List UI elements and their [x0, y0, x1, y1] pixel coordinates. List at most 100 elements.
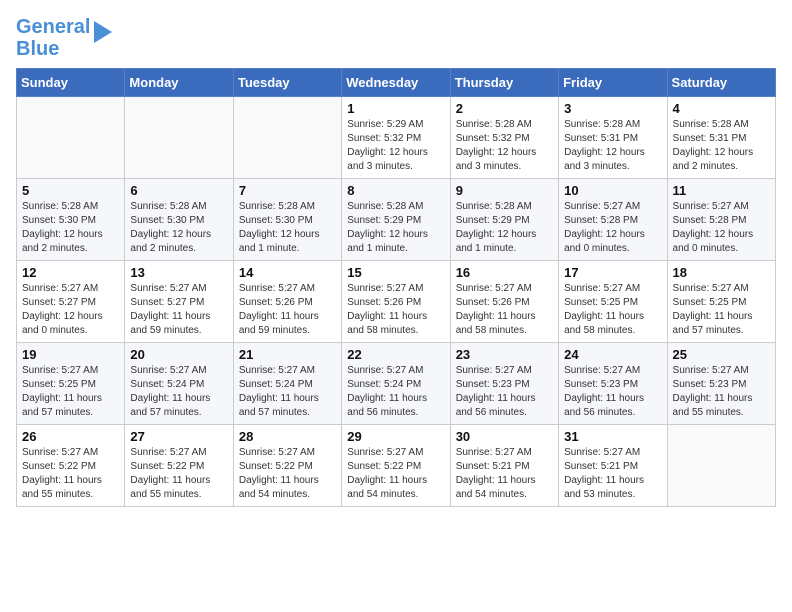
cell-info-text: and 54 minutes. — [456, 488, 553, 502]
day-number: 28 — [239, 429, 336, 444]
cell-info-text: Sunrise: 5:27 AM — [239, 446, 336, 460]
weekday-header-cell: Tuesday — [233, 69, 341, 97]
cell-info-text: and 2 minutes. — [22, 242, 119, 256]
day-number: 19 — [22, 347, 119, 362]
cell-info-text: Sunset: 5:23 PM — [456, 378, 553, 392]
day-number: 15 — [347, 265, 444, 280]
cell-info-text: Sunrise: 5:28 AM — [564, 118, 661, 132]
day-number: 30 — [456, 429, 553, 444]
cell-info-text: Daylight: 11 hours — [347, 474, 444, 488]
calendar-cell: 30Sunrise: 5:27 AMSunset: 5:21 PMDayligh… — [450, 425, 558, 507]
cell-info-text: Daylight: 12 hours — [673, 146, 770, 160]
calendar-cell: 29Sunrise: 5:27 AMSunset: 5:22 PMDayligh… — [342, 425, 450, 507]
calendar-cell: 8Sunrise: 5:28 AMSunset: 5:29 PMDaylight… — [342, 179, 450, 261]
calendar-cell: 18Sunrise: 5:27 AMSunset: 5:25 PMDayligh… — [667, 261, 775, 343]
day-number: 16 — [456, 265, 553, 280]
day-number: 29 — [347, 429, 444, 444]
cell-info-text: and 59 minutes. — [130, 324, 227, 338]
day-number: 4 — [673, 101, 770, 116]
cell-info-text: Sunrise: 5:27 AM — [456, 446, 553, 460]
day-number: 22 — [347, 347, 444, 362]
calendar-cell: 16Sunrise: 5:27 AMSunset: 5:26 PMDayligh… — [450, 261, 558, 343]
calendar-cell: 10Sunrise: 5:27 AMSunset: 5:28 PMDayligh… — [559, 179, 667, 261]
logo: GeneralBlue — [16, 16, 112, 60]
cell-info-text: Daylight: 11 hours — [673, 392, 770, 406]
day-number: 7 — [239, 183, 336, 198]
day-number: 13 — [130, 265, 227, 280]
cell-info-text: and 57 minutes. — [239, 406, 336, 420]
calendar-cell: 7Sunrise: 5:28 AMSunset: 5:30 PMDaylight… — [233, 179, 341, 261]
cell-info-text: Sunrise: 5:27 AM — [22, 446, 119, 460]
cell-info-text: Sunrise: 5:27 AM — [22, 282, 119, 296]
cell-info-text: Daylight: 11 hours — [22, 474, 119, 488]
cell-info-text: Daylight: 11 hours — [239, 392, 336, 406]
cell-info-text: Sunset: 5:22 PM — [347, 460, 444, 474]
day-number: 9 — [456, 183, 553, 198]
day-number: 17 — [564, 265, 661, 280]
day-number: 24 — [564, 347, 661, 362]
calendar-cell: 6Sunrise: 5:28 AMSunset: 5:30 PMDaylight… — [125, 179, 233, 261]
cell-info-text: Daylight: 12 hours — [456, 146, 553, 160]
weekday-header-cell: Wednesday — [342, 69, 450, 97]
day-number: 3 — [564, 101, 661, 116]
cell-info-text: Sunrise: 5:27 AM — [130, 364, 227, 378]
weekday-header-cell: Monday — [125, 69, 233, 97]
cell-info-text: Sunset: 5:23 PM — [673, 378, 770, 392]
cell-info-text: Sunrise: 5:28 AM — [456, 200, 553, 214]
day-number: 1 — [347, 101, 444, 116]
cell-info-text: Sunrise: 5:27 AM — [347, 364, 444, 378]
cell-info-text: Daylight: 11 hours — [347, 392, 444, 406]
cell-info-text: Sunrise: 5:28 AM — [130, 200, 227, 214]
day-number: 10 — [564, 183, 661, 198]
cell-info-text: and 57 minutes. — [673, 324, 770, 338]
cell-info-text: Sunset: 5:26 PM — [239, 296, 336, 310]
cell-info-text: Sunset: 5:22 PM — [130, 460, 227, 474]
cell-info-text: Daylight: 11 hours — [130, 474, 227, 488]
calendar-cell: 4Sunrise: 5:28 AMSunset: 5:31 PMDaylight… — [667, 97, 775, 179]
cell-info-text: Sunrise: 5:27 AM — [130, 282, 227, 296]
cell-info-text: and 2 minutes. — [673, 160, 770, 174]
calendar-week-row: 1Sunrise: 5:29 AMSunset: 5:32 PMDaylight… — [17, 97, 776, 179]
cell-info-text: and 57 minutes. — [130, 406, 227, 420]
cell-info-text: Sunset: 5:32 PM — [456, 132, 553, 146]
cell-info-text: and 54 minutes. — [239, 488, 336, 502]
cell-info-text: Sunset: 5:28 PM — [673, 214, 770, 228]
cell-info-text: Daylight: 12 hours — [239, 228, 336, 242]
cell-info-text: Sunset: 5:29 PM — [456, 214, 553, 228]
cell-info-text: Sunrise: 5:27 AM — [22, 364, 119, 378]
cell-info-text: Sunrise: 5:27 AM — [564, 282, 661, 296]
calendar-cell: 14Sunrise: 5:27 AMSunset: 5:26 PMDayligh… — [233, 261, 341, 343]
cell-info-text: Sunset: 5:27 PM — [22, 296, 119, 310]
cell-info-text: Sunrise: 5:27 AM — [564, 446, 661, 460]
cell-info-text: and 1 minute. — [456, 242, 553, 256]
weekday-header-cell: Saturday — [667, 69, 775, 97]
cell-info-text: and 2 minutes. — [130, 242, 227, 256]
cell-info-text: Daylight: 12 hours — [673, 228, 770, 242]
cell-info-text: Sunrise: 5:27 AM — [564, 364, 661, 378]
calendar-cell — [17, 97, 125, 179]
cell-info-text: Daylight: 11 hours — [456, 474, 553, 488]
cell-info-text: Sunrise: 5:27 AM — [239, 364, 336, 378]
day-number: 12 — [22, 265, 119, 280]
day-number: 26 — [22, 429, 119, 444]
calendar-cell: 23Sunrise: 5:27 AMSunset: 5:23 PMDayligh… — [450, 343, 558, 425]
calendar-cell — [125, 97, 233, 179]
cell-info-text: and 3 minutes. — [347, 160, 444, 174]
cell-info-text: Daylight: 11 hours — [130, 392, 227, 406]
calendar-week-row: 19Sunrise: 5:27 AMSunset: 5:25 PMDayligh… — [17, 343, 776, 425]
calendar-table: SundayMondayTuesdayWednesdayThursdayFrid… — [16, 68, 776, 507]
cell-info-text: Sunset: 5:27 PM — [130, 296, 227, 310]
cell-info-text: Daylight: 11 hours — [239, 310, 336, 324]
cell-info-text: Sunrise: 5:28 AM — [22, 200, 119, 214]
weekday-header-cell: Sunday — [17, 69, 125, 97]
calendar-cell: 2Sunrise: 5:28 AMSunset: 5:32 PMDaylight… — [450, 97, 558, 179]
cell-info-text: Daylight: 11 hours — [22, 392, 119, 406]
calendar-cell: 28Sunrise: 5:27 AMSunset: 5:22 PMDayligh… — [233, 425, 341, 507]
cell-info-text: Sunset: 5:31 PM — [673, 132, 770, 146]
cell-info-text: Sunset: 5:29 PM — [347, 214, 444, 228]
cell-info-text: and 57 minutes. — [22, 406, 119, 420]
cell-info-text: and 0 minutes. — [22, 324, 119, 338]
day-number: 18 — [673, 265, 770, 280]
logo-arrow-icon — [94, 21, 112, 43]
calendar-week-row: 26Sunrise: 5:27 AMSunset: 5:22 PMDayligh… — [17, 425, 776, 507]
